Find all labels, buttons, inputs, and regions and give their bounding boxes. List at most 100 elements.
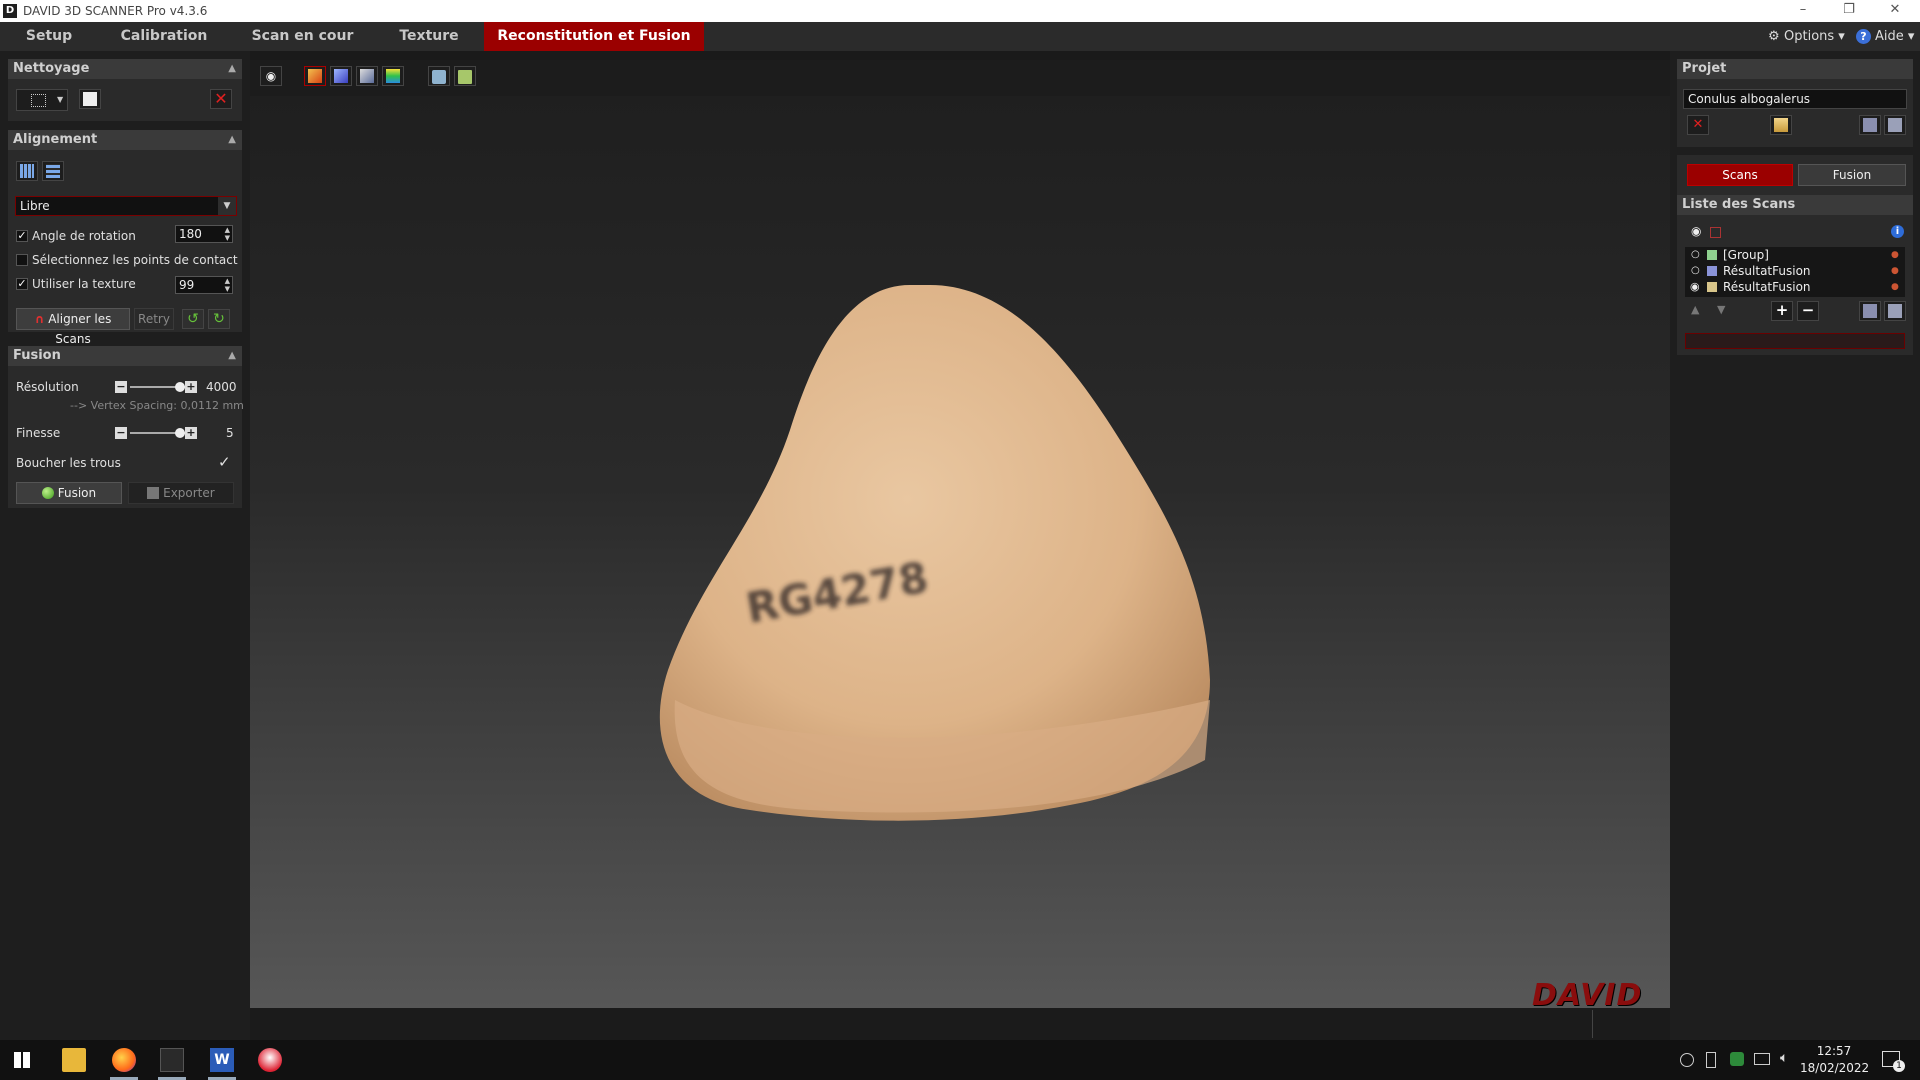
tab-scan[interactable]: Scan en cour [230,22,375,51]
paint-app-icon[interactable] [258,1048,282,1072]
volume-icon[interactable]: 🔈︎ [1780,1050,1788,1066]
retry-button[interactable]: Retry [134,308,174,330]
minimize-button[interactable]: – [1788,2,1818,17]
fusion-button[interactable]: Fusion [16,482,122,504]
options-menu[interactable]: Options ▾ [1784,22,1845,51]
firefox-icon[interactable] [112,1048,136,1072]
system-tray-icon[interactable] [1680,1053,1694,1067]
usb-icon[interactable] [1706,1052,1716,1068]
select-all-checkbox[interactable] [1710,227,1721,238]
file-explorer-icon[interactable] [62,1048,86,1072]
tab-setup[interactable]: Setup [0,22,98,51]
resolution-value: 4000 [206,380,237,394]
save-icon [1863,304,1877,318]
redo-button[interactable]: ↻ [208,309,230,329]
magnet-icon: ∩ [34,312,45,326]
david-scanner-icon[interactable] [160,1048,184,1072]
tab-calibration[interactable]: Calibration [98,22,230,51]
move-up-icon[interactable]: ▲ [1691,303,1699,316]
finesse-label: Finesse [16,426,61,440]
save-scan-button[interactable] [1859,301,1881,321]
delete-selection-button[interactable]: ✕ [210,89,232,109]
chevron-down-icon: ▼ [218,197,236,215]
shaded-view-button[interactable] [330,66,352,86]
list-item[interactable]: ○ [Group] ● [1685,247,1901,263]
export-scan-button[interactable] [1884,301,1906,321]
projet-panel: Projet Conulus albogalerus ✕ [1677,59,1913,147]
projet-title: Projet [1682,61,1727,76]
fusion-panel: Fusion ▲ Résolution − + 4000 --> Vertex S… [8,346,244,508]
delete-icon: ✕ [214,89,228,108]
resolution-slider-knob[interactable] [175,382,185,392]
visibility-off-icon[interactable]: ○ [1691,263,1700,279]
eye-icon[interactable]: ◉ [1690,279,1700,295]
windows-start-icon[interactable] [14,1052,30,1068]
3d-viewport[interactable]: RG4278 DAVID [250,60,1670,1013]
help-menu[interactable]: Aide ▾ [1875,22,1914,51]
list-item[interactable]: ◉ RésultatFusion ● [1685,279,1901,295]
close-button[interactable]: ✕ [1880,2,1910,17]
fill-holes-checkbox[interactable]: ✓ [218,453,231,471]
wireframe-view-button[interactable] [356,66,378,86]
alignement-header[interactable]: Alignement ▲ [8,130,242,150]
contact-points-checkbox[interactable] [16,254,28,266]
visibility-off-icon[interactable]: ○ [1691,247,1700,263]
delete-project-button[interactable]: ✕ [1687,115,1709,135]
remove-scan-button[interactable]: − [1797,301,1819,321]
resolution-increase-button[interactable]: + [185,381,197,393]
invert-selection-button[interactable] [79,89,101,109]
restore-button[interactable]: ❐ [1834,2,1864,17]
add-scan-button[interactable]: + [1771,301,1793,321]
rotation-input[interactable]: 180 ▲ ▼ [175,225,233,243]
toggle-view-button[interactable]: ◉ [260,66,282,86]
fusion-header[interactable]: Fusion ▲ [8,346,242,366]
clock-date[interactable]: 18/02/2022 [1800,1061,1869,1075]
nettoyage-header[interactable]: Nettoyage ▲ [8,59,242,79]
finesse-slider-knob[interactable] [175,428,185,438]
undo-button[interactable]: ↺ [182,309,204,329]
scan-color-swatch [1707,250,1717,260]
scans-tab[interactable]: Scans [1687,164,1793,186]
alignment-mode-select[interactable]: Libre ▼ [15,196,237,216]
rotation-checkbox[interactable]: ✓ [16,230,28,242]
eye-icon[interactable]: ◉ [1691,224,1701,238]
clock-time[interactable]: 12:57 [1806,1044,1862,1058]
finesse-decrease-button[interactable]: − [115,427,127,439]
selection-tool-dropdown[interactable]: ▼ [16,89,68,111]
color-wheel-icon[interactable]: ● [1891,263,1899,279]
save-as-project-button[interactable] [1884,115,1906,135]
word-icon[interactable]: W [210,1048,234,1072]
camera-icon [432,70,446,84]
texture-view-button[interactable] [304,66,326,86]
network-icon[interactable] [1754,1053,1770,1065]
security-icon[interactable] [1730,1052,1744,1066]
fusion-tab[interactable]: Fusion [1798,164,1906,186]
align-list-button[interactable] [42,161,64,181]
use-texture-checkbox[interactable]: ✓ [16,278,28,290]
color-wheel-icon[interactable]: ● [1891,279,1899,295]
list-item[interactable]: ○ RésultatFusion ● [1685,263,1901,279]
scan-name: [Group] [1723,248,1769,262]
align-grid-button[interactable] [16,161,38,181]
open-folder-button[interactable] [454,66,476,86]
color-wheel-icon[interactable]: ● [1891,247,1899,263]
undo-icon: ↺ [187,311,199,327]
save-project-button[interactable] [1859,115,1881,135]
export-button-label: Exporter [163,486,215,500]
tab-texture[interactable]: Texture [375,22,483,51]
export-button[interactable]: Exporter [128,482,234,504]
align-scans-button[interactable]: ∩ Aligner les Scans [16,308,130,346]
info-icon[interactable]: i [1891,225,1904,238]
alignment-mode-value: Libre [20,199,50,213]
scan-color-swatch [1707,266,1717,276]
tab-reconstitution-fusion[interactable]: Reconstitution et Fusion [484,22,704,51]
import-button[interactable] [1770,115,1792,135]
move-down-icon[interactable]: ▼ [1717,303,1725,316]
screenshot-button[interactable] [428,66,450,86]
finesse-increase-button[interactable]: + [185,427,197,439]
project-name-input[interactable]: Conulus albogalerus [1683,89,1907,109]
resolution-decrease-button[interactable]: − [115,381,127,393]
texture-input[interactable]: 99 ▲ ▼ [175,276,233,294]
colormap-view-button[interactable] [382,66,404,86]
scan-color-swatch [1707,282,1717,292]
